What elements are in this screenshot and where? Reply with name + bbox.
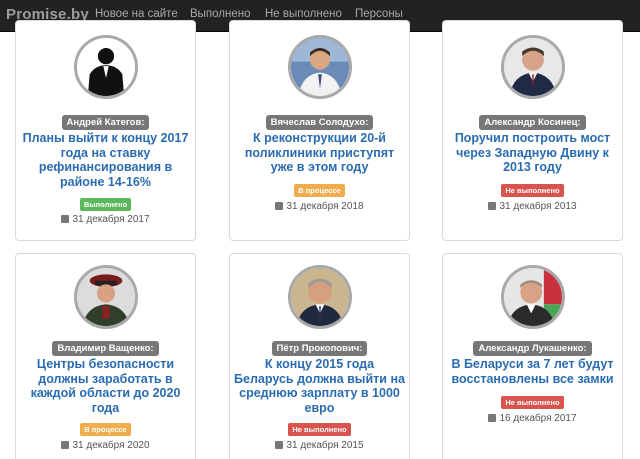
avatar[interactable] xyxy=(501,265,565,329)
person-name[interactable]: Александр Лукашенко: xyxy=(473,341,592,356)
avatar[interactable] xyxy=(288,35,352,99)
nav-new[interactable]: Новое на сайте xyxy=(95,8,178,20)
nav-done[interactable]: Выполнено xyxy=(190,8,251,20)
nav-not-done[interactable]: Не выполнено xyxy=(265,8,342,20)
calendar-icon xyxy=(488,414,497,422)
avatar[interactable] xyxy=(74,265,138,329)
status-badge: Не выполнено xyxy=(501,184,564,197)
status-badge: Не выполнено xyxy=(501,396,564,409)
promise-card[interactable]: Александр Лукашенко: В Беларуси за 7 лет… xyxy=(442,253,623,459)
promise-title[interactable]: В Беларуси за 7 лет будут восстановлены … xyxy=(447,357,618,386)
promise-card[interactable]: Андрей Категов: Планы выйти к концу 2017… xyxy=(15,20,196,241)
person-name[interactable]: Вячеслав Солодухо: xyxy=(265,115,374,130)
status-badge: Не выполнено xyxy=(288,423,351,436)
promise-date: 16 декабря 2017 xyxy=(499,413,577,424)
promise-date: 31 декабря 2017 xyxy=(72,214,150,225)
calendar-icon xyxy=(61,215,70,223)
calendar-icon xyxy=(275,441,284,449)
avatar[interactable] xyxy=(74,35,138,99)
person-name[interactable]: Пётр Прокопович: xyxy=(271,341,368,356)
man-portrait-icon xyxy=(504,38,562,96)
promise-date: 31 декабря 2020 xyxy=(72,440,150,451)
promise-title[interactable]: Планы выйти к концу 2017 года на ставку … xyxy=(20,131,191,189)
promise-card[interactable]: Александр Косинец: Поручил построить мос… xyxy=(442,20,623,241)
man-portrait-flag-icon xyxy=(504,268,562,326)
promise-card[interactable]: Пётр Прокопович: К концу 2015 года Белар… xyxy=(229,253,410,459)
avatar[interactable] xyxy=(501,35,565,99)
calendar-icon xyxy=(488,202,497,210)
promise-title[interactable]: Поручил построить мост через Западную Дв… xyxy=(447,131,618,175)
avatar[interactable] xyxy=(288,265,352,329)
person-name[interactable]: Владимир Ващенко: xyxy=(52,341,159,356)
promise-title[interactable]: К концу 2015 года Беларусь должна выйти … xyxy=(234,357,405,415)
status-badge: В процессе xyxy=(80,423,131,436)
calendar-icon xyxy=(275,202,284,210)
man-in-uniform-icon xyxy=(77,268,135,326)
nav-persons[interactable]: Персоны xyxy=(355,8,403,20)
promise-date: 31 декабря 2018 xyxy=(286,201,364,212)
promise-card[interactable]: Владимир Ващенко: Центры безопасности до… xyxy=(15,253,196,459)
promise-title[interactable]: К реконструкции 20-й поликлиники приступ… xyxy=(234,131,405,175)
status-badge: Выполнено xyxy=(79,198,132,211)
promise-title[interactable]: Центры безопасности должны заработать в … xyxy=(20,357,191,415)
status-badge: В процессе xyxy=(294,184,345,197)
person-name[interactable]: Александр Косинец: xyxy=(479,115,586,130)
man-portrait-icon xyxy=(291,268,349,326)
promise-date: 31 декабря 2015 xyxy=(286,440,364,451)
promise-card[interactable]: Вячеслав Солодухо: К реконструкции 20-й … xyxy=(229,20,410,241)
person-name[interactable]: Андрей Категов: xyxy=(61,115,150,130)
promise-date: 31 декабря 2013 xyxy=(499,201,577,212)
anonymous-silhouette-icon xyxy=(77,38,135,96)
calendar-icon xyxy=(61,441,70,449)
man-portrait-icon xyxy=(291,38,349,96)
